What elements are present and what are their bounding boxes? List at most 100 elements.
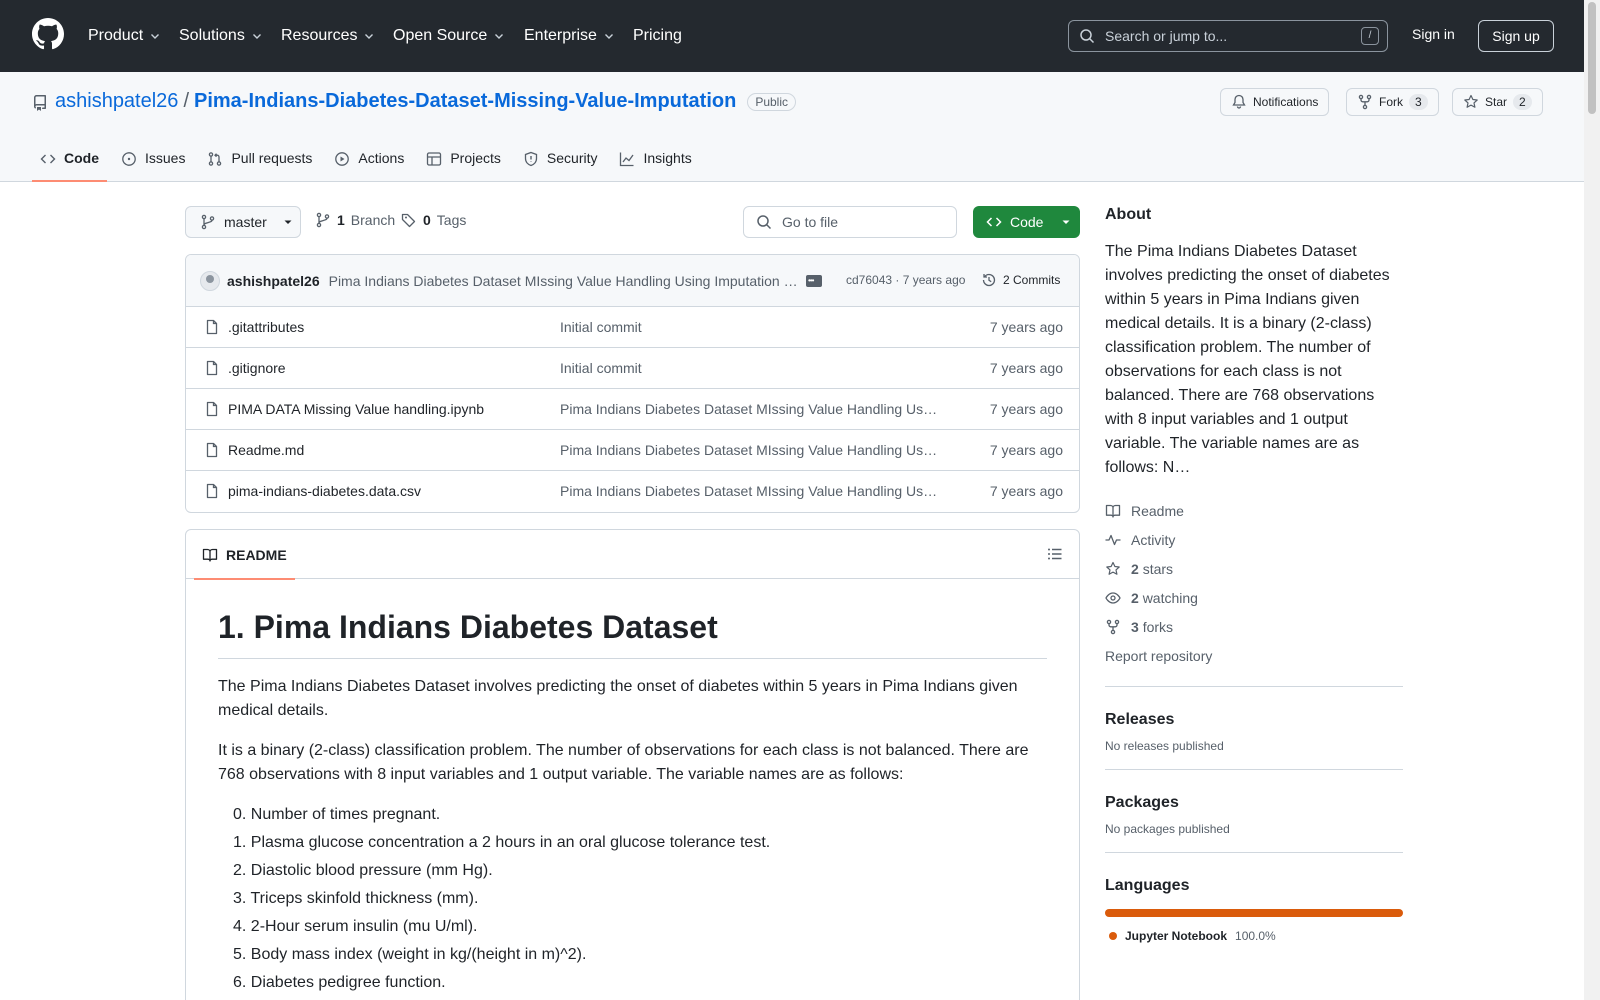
file-date: 7 years ago xyxy=(989,401,1063,417)
repo-icon xyxy=(33,95,46,111)
star-icon xyxy=(1464,94,1478,108)
tab-issues[interactable]: Issues xyxy=(113,144,193,182)
file-icon xyxy=(206,442,218,458)
go-to-file-input[interactable]: Go to file xyxy=(743,206,957,238)
avatar[interactable] xyxy=(200,270,220,291)
nav-label: Open Source xyxy=(393,27,488,44)
activity-link[interactable]: Activity xyxy=(1105,525,1403,554)
readme-link[interactable]: Readme xyxy=(1105,496,1403,525)
search-placeholder: Search or jump to... xyxy=(1105,28,1228,44)
table-icon xyxy=(427,152,442,166)
watching-link[interactable]: 2 watching xyxy=(1105,583,1403,612)
language-percent: 100.0% xyxy=(1235,929,1276,943)
readme-heading: 1. Pima Indians Diabetes Dataset xyxy=(218,609,1047,659)
language-bar xyxy=(1105,909,1403,917)
stars-label: stars xyxy=(1142,560,1174,577)
fork-icon xyxy=(1106,619,1120,634)
table-row: Readme.md Pima Indians Diabetes Dataset … xyxy=(186,430,1079,471)
chevron-down-icon xyxy=(252,34,261,39)
file-commit-message[interactable]: Initial commit xyxy=(560,360,940,376)
nav-enterprise[interactable]: Enterprise xyxy=(524,24,615,48)
file-name-link[interactable]: pima-indians-diabetes.data.csv xyxy=(228,483,421,499)
tab-readme[interactable]: README xyxy=(194,530,295,580)
branch-icon xyxy=(201,214,215,230)
commit-hash-time[interactable]: cd76043 · 7 years ago xyxy=(846,273,965,287)
file-date: 7 years ago xyxy=(989,319,1063,335)
file-commit-message[interactable]: Pima Indians Diabetes Dataset MIssing Va… xyxy=(560,442,940,458)
about-description: The Pima Indians Diabetes Dataset involv… xyxy=(1105,243,1390,476)
github-logo-icon[interactable] xyxy=(32,18,64,50)
branch-selector[interactable]: master xyxy=(185,206,301,238)
releases-title[interactable]: Releases xyxy=(1105,711,1403,729)
table-row: .gitignore Initial commit 7 years ago xyxy=(186,348,1079,389)
nav-solutions[interactable]: Solutions xyxy=(179,24,263,48)
caret-down-icon xyxy=(284,220,292,224)
file-name-link[interactable]: .gitignore xyxy=(228,360,286,376)
repo-tabs: Code Issues Pull requests Actions Projec… xyxy=(32,144,700,182)
list-icon[interactable] xyxy=(1047,546,1063,562)
fork-button[interactable]: Fork 3 xyxy=(1346,88,1439,116)
forks-link[interactable]: 3 forks xyxy=(1105,612,1403,641)
nav-pricing[interactable]: Pricing xyxy=(633,24,682,48)
forks-label: forks xyxy=(1142,618,1174,635)
repo-owner-link[interactable]: ashishpatel26 xyxy=(55,90,178,113)
list-item: 1. Plasma glucose concentration a 2 hour… xyxy=(233,834,771,851)
forks-count: 3 xyxy=(1131,618,1139,635)
tab-actions[interactable]: Actions xyxy=(326,144,412,182)
readme-tab-label: README xyxy=(226,546,287,563)
fork-label: Fork xyxy=(1379,95,1403,109)
nav-open-source[interactable]: Open Source xyxy=(393,24,505,48)
expand-commit-button[interactable] xyxy=(806,275,822,287)
file-date: 7 years ago xyxy=(989,483,1063,499)
tab-security[interactable]: Security xyxy=(515,144,606,182)
search-input[interactable]: Search or jump to... / xyxy=(1068,20,1388,52)
branches-link[interactable]: 1 Branch xyxy=(315,212,395,228)
sign-in-link[interactable]: Sign in xyxy=(1412,26,1455,42)
star-button[interactable]: Star 2 xyxy=(1452,88,1543,116)
report-repository-link[interactable]: Report repository xyxy=(1105,641,1403,670)
nav-product[interactable]: Product xyxy=(88,24,161,48)
nav-label: Enterprise xyxy=(524,27,597,44)
branch-name: master xyxy=(224,214,267,230)
file-commit-message[interactable]: Initial commit xyxy=(560,319,940,335)
code-dropdown-button[interactable]: Code xyxy=(973,206,1080,238)
tab-projects[interactable]: Projects xyxy=(418,144,509,182)
file-commit-message[interactable]: Pima Indians Diabetes Dataset MIssing Va… xyxy=(560,483,940,499)
chevron-down-icon xyxy=(151,34,160,39)
page-scrollbar[interactable] xyxy=(1584,0,1600,1000)
search-shortcut-key: / xyxy=(1361,27,1379,45)
tab-insights[interactable]: Insights xyxy=(611,144,699,182)
tab-pull-requests[interactable]: Pull requests xyxy=(199,144,320,182)
file-date: 7 years ago xyxy=(989,442,1063,458)
stars-count: 2 xyxy=(1131,560,1139,577)
language-item[interactable]: Jupyter Notebook 100.0% xyxy=(1109,929,1403,943)
file-name-link[interactable]: .gitattributes xyxy=(228,319,304,335)
commit-author[interactable]: ashishpatel26 xyxy=(227,273,320,289)
packages-title[interactable]: Packages xyxy=(1105,794,1403,812)
commits-link[interactable]: 2 Commits xyxy=(981,272,1060,288)
nav-resources[interactable]: Resources xyxy=(281,24,375,48)
file-name-link[interactable]: PIMA DATA Missing Value handling.ipynb xyxy=(228,401,484,417)
activity-link-label: Activity xyxy=(1131,531,1176,548)
repo-name-link[interactable]: Pima-Indians-Diabetes-Dataset-Missing-Va… xyxy=(194,90,736,113)
notifications-button[interactable]: Notifications xyxy=(1220,88,1330,116)
file-date: 7 years ago xyxy=(989,360,1063,376)
caret-down-icon xyxy=(1062,220,1070,224)
tags-link[interactable]: 0 Tags xyxy=(401,212,466,228)
book-icon xyxy=(1105,504,1121,518)
scrollbar-thumb[interactable] xyxy=(1588,2,1596,114)
search-icon xyxy=(1080,29,1095,44)
pull-request-icon xyxy=(209,152,222,166)
tab-label: Insights xyxy=(643,150,692,166)
commit-message[interactable]: Pima Indians Diabetes Dataset MIssing Va… xyxy=(329,273,799,289)
notifications-label: Notifications xyxy=(1253,95,1319,109)
graph-icon xyxy=(620,152,635,167)
list-item: 5. Body mass index (weight in kg/(height… xyxy=(233,946,587,963)
sign-up-button[interactable]: Sign up xyxy=(1478,20,1554,52)
code-icon xyxy=(40,154,56,164)
tab-code[interactable]: Code xyxy=(32,144,107,182)
file-commit-message[interactable]: Pima Indians Diabetes Dataset MIssing Va… xyxy=(560,401,940,417)
stars-link[interactable]: 2 stars xyxy=(1105,554,1403,583)
file-icon xyxy=(206,360,218,376)
file-name-link[interactable]: Readme.md xyxy=(228,442,304,458)
